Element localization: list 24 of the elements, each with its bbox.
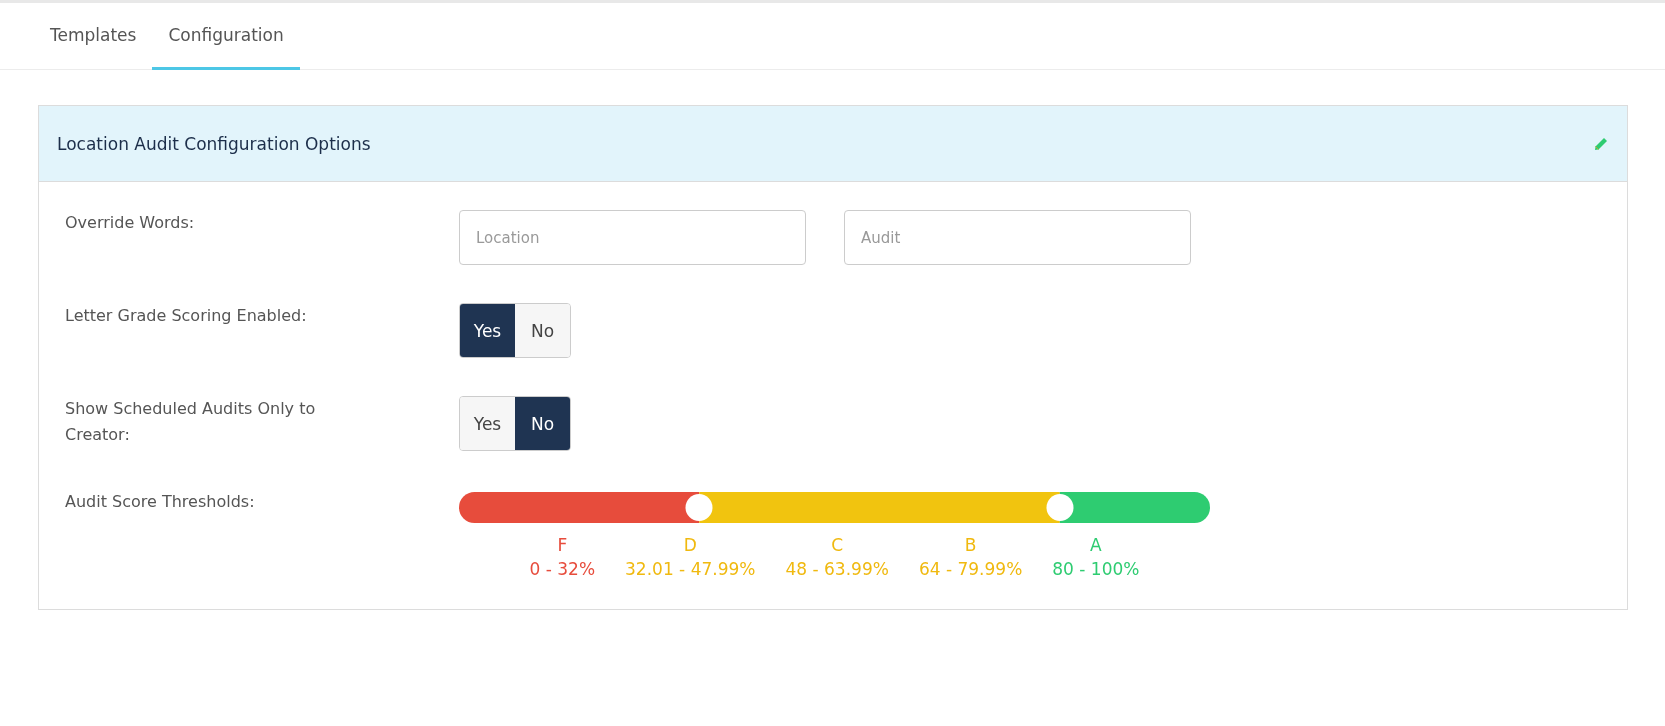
toggle-option[interactable]: Yes — [460, 304, 515, 357]
grade-letter: A — [1090, 535, 1102, 555]
field-label: Letter Grade Scoring Enabled: — [65, 305, 308, 327]
grade-range: 80 - 100% — [1052, 559, 1140, 579]
tab[interactable]: Configuration — [152, 3, 300, 70]
input-field[interactable]: Location — [459, 210, 806, 265]
panel-title: Location Audit Configuration Options — [57, 133, 371, 154]
tab[interactable]: Templates — [34, 3, 153, 70]
toggle-option[interactable]: No — [515, 397, 570, 450]
field-label: Audit Score Thresholds: — [65, 491, 256, 513]
grade-range: 64 - 79.99% — [918, 559, 1023, 579]
input-field[interactable]: Audit — [844, 210, 1191, 265]
toggle-option[interactable]: Yes — [460, 397, 515, 450]
threshold-slider[interactable] — [459, 492, 1210, 523]
grade-letter: F — [557, 535, 568, 555]
grade-letter: C — [831, 535, 844, 555]
grade-range: 32.01 - 47.99% — [625, 559, 756, 579]
grade-letter: D — [683, 535, 697, 555]
toggle-option[interactable]: No — [515, 304, 570, 357]
grade-letter: B — [964, 535, 977, 555]
grade-range: 48 - 63.99% — [785, 559, 889, 579]
grade-range: 0 - 32% — [529, 559, 596, 579]
field-label: Override Words: — [65, 212, 196, 234]
field-label: Show Scheduled Audits Only to Creator: — [65, 398, 317, 446]
